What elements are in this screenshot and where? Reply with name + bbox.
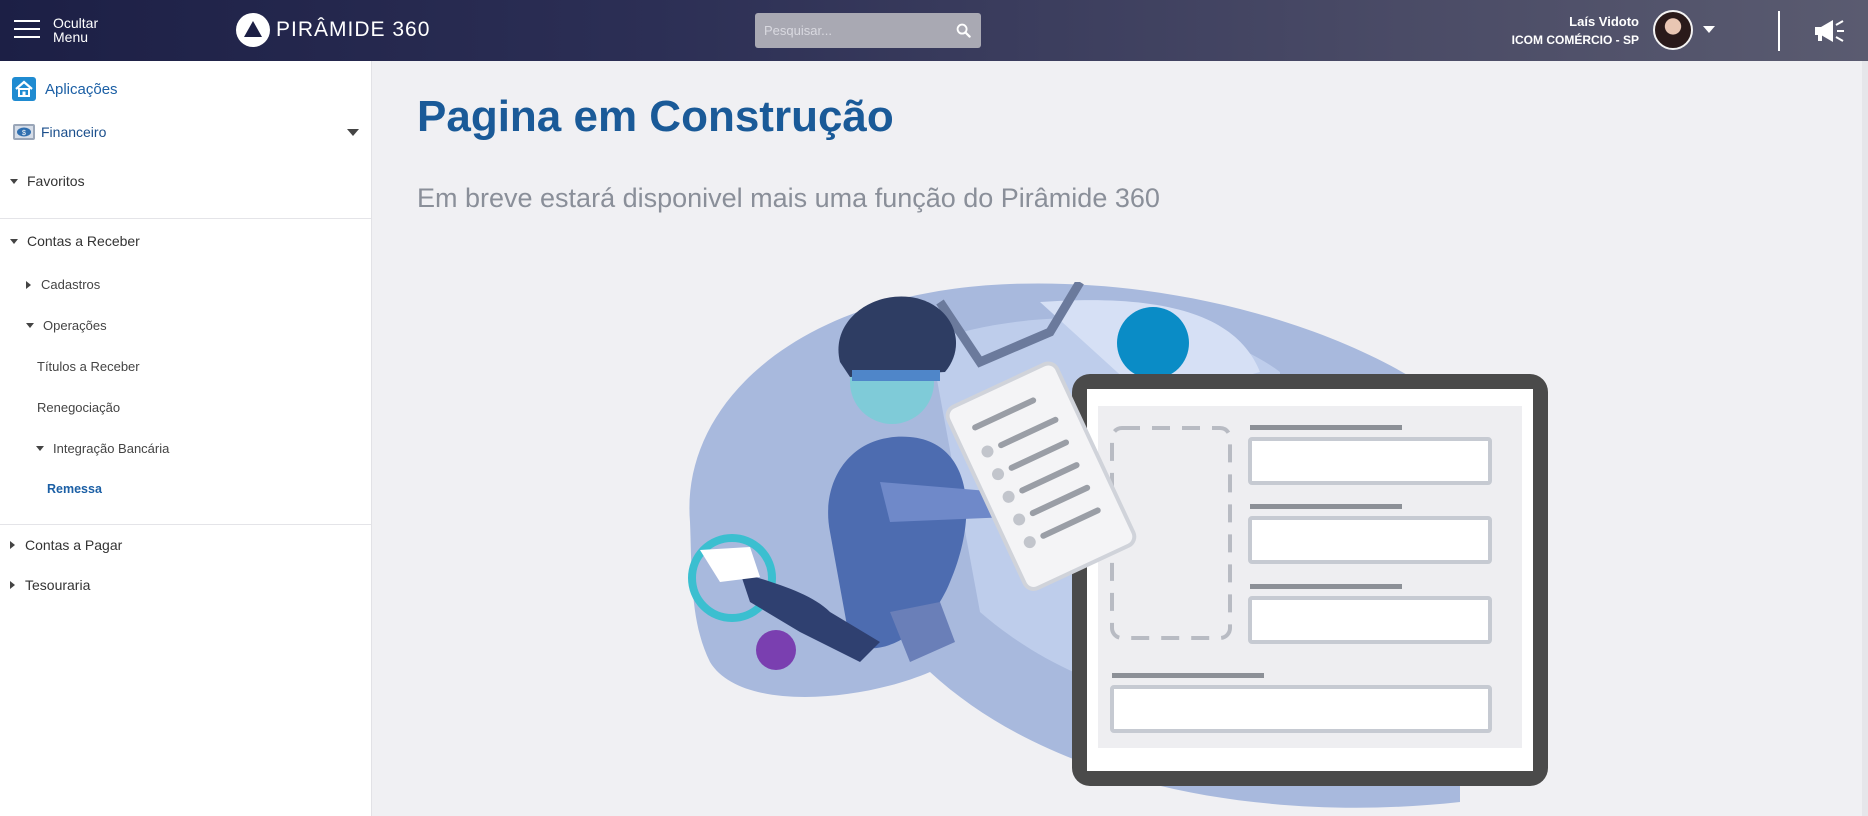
module-chevron-down-icon[interactable]	[347, 129, 359, 136]
under-construction-illustration	[688, 282, 1548, 808]
megaphone-icon[interactable]	[1812, 18, 1846, 44]
hide-menu-button[interactable]: Ocultar Menu	[53, 16, 98, 44]
svg-text:$: $	[22, 130, 26, 137]
caret-right-icon	[10, 581, 15, 589]
sidebar-item-label: Contas a Receber	[27, 233, 140, 249]
sidebar-item-renegociacao[interactable]: Renegociação	[37, 400, 120, 415]
hamburger-menu-icon[interactable]	[14, 20, 40, 40]
user-menu-chevron-down-icon[interactable]	[1703, 26, 1715, 33]
pyramid-logo-icon	[236, 13, 270, 47]
page-scrollbar[interactable]	[1862, 61, 1868, 816]
search-input[interactable]	[755, 13, 945, 48]
sidebar-item-operacoes[interactable]: Operações	[26, 318, 107, 333]
applications-link[interactable]: Aplicações	[12, 77, 118, 101]
sidebar-item-remessa[interactable]: Remessa	[47, 482, 102, 496]
caret-right-icon	[10, 541, 15, 549]
logo-text: PIRÂMIDE 360	[276, 18, 431, 41]
topbar-divider	[1778, 11, 1780, 51]
sidebar-item-contas-a-receber[interactable]: Contas a Receber	[10, 233, 140, 249]
sidebar-item-favoritos[interactable]: Favoritos	[10, 173, 85, 189]
caret-right-icon	[26, 280, 31, 289]
user-company[interactable]: ICOM COMÉRCIO - SP	[1512, 33, 1639, 47]
app-logo[interactable]: PIRÂMIDE 360	[236, 13, 430, 47]
sidebar-item-label: Contas a Pagar	[25, 537, 123, 553]
sidebar-item-label: Renegociação	[37, 400, 121, 415]
page-subtitle: Em breve estará disponivel mais uma funç…	[417, 183, 1160, 213]
module-label: Financeiro	[41, 124, 107, 140]
sidebar-item-label: Remessa	[47, 482, 102, 496]
caret-down-icon	[36, 446, 44, 451]
divider	[0, 524, 371, 525]
sidebar-item-label: Operações	[43, 318, 107, 333]
sidebar-item-label: Tesouraria	[25, 577, 91, 593]
applications-label: Aplicações	[45, 80, 118, 98]
divider	[0, 218, 371, 219]
page-title: Pagina em Construção	[417, 92, 894, 141]
search-icon[interactable]	[956, 23, 971, 38]
hide-menu-label-line1: Ocultar	[53, 15, 99, 31]
sidebar-item-label: Cadastros	[41, 277, 101, 292]
sidebar-item-label: Títulos a Receber	[37, 359, 140, 374]
module-selector[interactable]: $ Financeiro	[12, 122, 362, 142]
home-icon	[12, 77, 36, 101]
user-avatar[interactable]	[1653, 10, 1693, 50]
caret-down-icon	[10, 178, 18, 184]
hide-menu-label-line2: Menu	[53, 29, 89, 45]
user-name[interactable]: Laís Vidoto	[1569, 14, 1639, 29]
finance-module-icon: $	[13, 124, 35, 140]
sidebar-item-label: Integração Bancária	[53, 441, 170, 456]
sidebar-item-tesouraria[interactable]: Tesouraria	[10, 577, 90, 593]
sidebar-item-cadastros[interactable]: Cadastros	[26, 277, 100, 292]
sidebar-item-label: Favoritos	[27, 173, 85, 189]
sidebar-item-titulos-a-receber[interactable]: Títulos a Receber	[37, 359, 140, 374]
caret-down-icon	[26, 323, 34, 328]
sidebar: Aplicações $ Financeiro Favoritos Contas…	[0, 61, 372, 816]
caret-down-icon	[10, 238, 18, 244]
top-bar: Ocultar Menu PIRÂMIDE 360 Laís Vidoto IC…	[0, 0, 1868, 61]
sidebar-item-integracao-bancaria[interactable]: Integração Bancária	[36, 441, 169, 456]
sidebar-item-contas-a-pagar[interactable]: Contas a Pagar	[10, 537, 122, 553]
search-box	[755, 13, 981, 48]
